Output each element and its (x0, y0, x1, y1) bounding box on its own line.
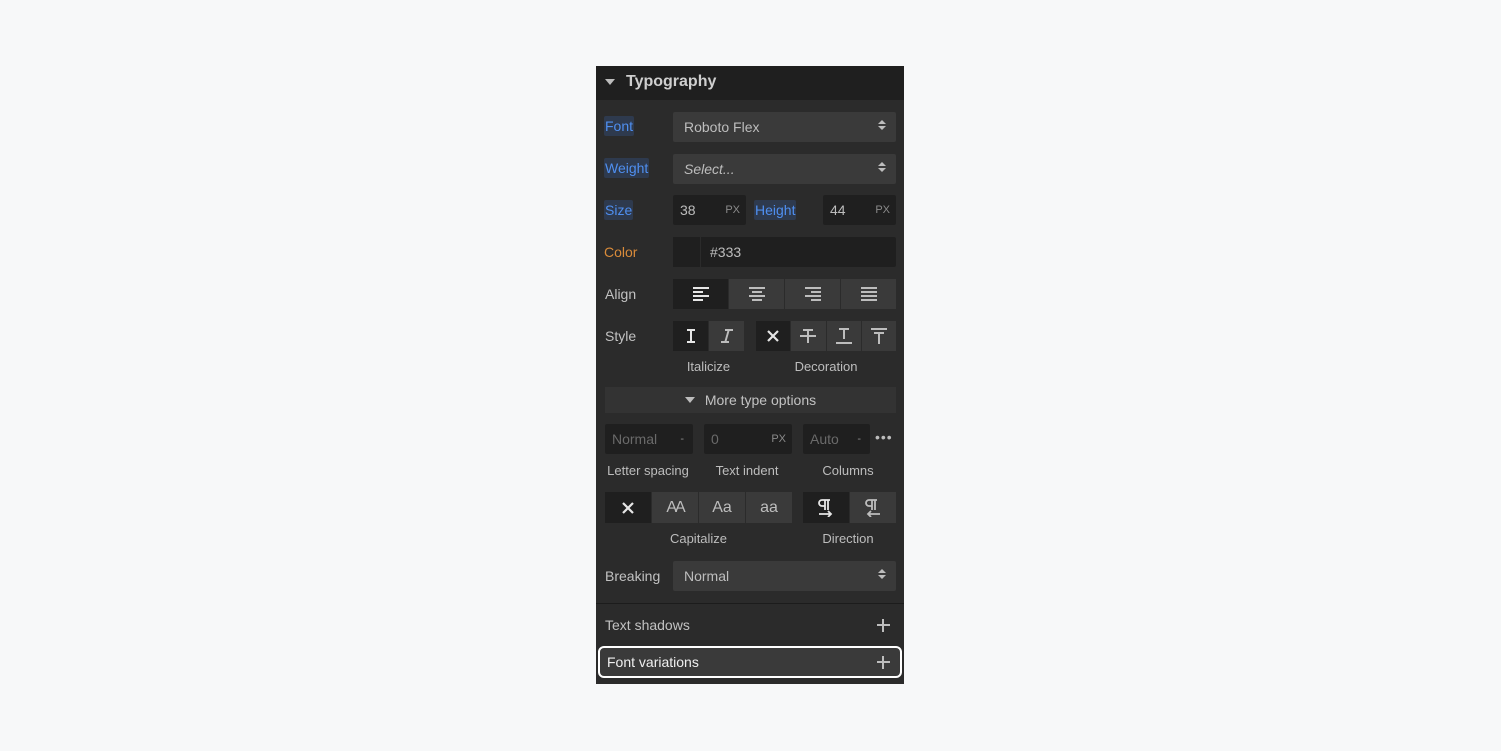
columns-unit[interactable]: - (857, 424, 861, 454)
uppercase-button[interactable]: AA (652, 492, 698, 523)
color-input[interactable]: #333 (673, 237, 896, 267)
breaking-label: Breaking (605, 568, 661, 584)
capitalize-button[interactable]: Aa (699, 492, 745, 523)
typography-section-header[interactable]: Typography (596, 66, 904, 100)
align-justify-icon (860, 287, 877, 301)
text-direction-ltr-icon (818, 498, 833, 517)
size-unit[interactable]: PX (725, 195, 740, 225)
strikethrough-icon (800, 329, 817, 343)
align-left-icon (692, 287, 709, 301)
italicize-caption: Italicize (686, 359, 731, 374)
align-left-button[interactable] (673, 279, 728, 309)
decoration-button-group (756, 321, 896, 351)
color-input-value: #333 (710, 244, 742, 260)
height-unit[interactable]: PX (875, 195, 890, 225)
text-direction-rtl-icon (865, 498, 880, 517)
italic-off-button[interactable] (673, 321, 708, 351)
text-indent-input[interactable]: 0 PX (704, 424, 792, 454)
text-indent-placeholder: 0 (711, 431, 719, 447)
underline-button[interactable] (826, 321, 861, 351)
size-label[interactable]: Size (604, 200, 634, 220)
style-label: Style (605, 328, 637, 344)
capitalize-caption: Capitalize (669, 531, 728, 546)
font-select-value: Roboto Flex (684, 119, 760, 135)
columns-caption: Columns (822, 463, 874, 478)
add-text-shadow-plus-icon[interactable] (877, 619, 890, 632)
more-type-options-toggle[interactable]: More type options (605, 387, 896, 413)
capitalize-button-group: AA Aa aa (605, 492, 792, 523)
select-arrows-icon (878, 569, 886, 579)
overline-icon (870, 328, 887, 344)
expand-triangle-icon (684, 397, 695, 403)
text-italic-icon (720, 329, 733, 343)
typography-panel: Typography Font Roboto Flex Weight Selec… (596, 66, 904, 684)
font-variations-label: Font variations (607, 654, 699, 670)
font-select[interactable]: Roboto Flex (673, 112, 896, 142)
text-indent-caption: Text indent (715, 463, 779, 478)
strikethrough-button[interactable] (791, 321, 826, 351)
section-divider (596, 603, 904, 604)
align-button-group (673, 279, 896, 309)
text-regular-icon (686, 329, 695, 343)
capitalize-glyph: Aa (712, 498, 732, 516)
lowercase-button[interactable]: aa (746, 492, 792, 523)
font-variations-row[interactable]: Font variations (598, 646, 902, 678)
height-input[interactable]: 44 PX (823, 195, 896, 225)
letter-spacing-input[interactable]: Normal - (605, 424, 693, 454)
decoration-none-button[interactable] (756, 321, 791, 351)
capitalize-none-button[interactable] (605, 492, 651, 523)
breaking-select[interactable]: Normal (673, 561, 896, 591)
close-x-icon (622, 501, 634, 514)
text-indent-unit[interactable]: PX (771, 424, 786, 454)
size-input[interactable]: 38 PX (673, 195, 746, 225)
select-arrows-icon (878, 120, 886, 130)
align-right-button[interactable] (785, 279, 840, 309)
collapse-triangle-icon (605, 79, 615, 85)
direction-caption: Direction (822, 531, 874, 546)
underline-icon (835, 328, 852, 344)
align-center-button[interactable] (729, 279, 784, 309)
direction-ltr-button[interactable] (803, 492, 849, 523)
align-right-icon (804, 287, 821, 301)
columns-placeholder: Auto (810, 431, 839, 447)
overline-button[interactable] (861, 321, 896, 351)
uppercase-glyph: AA (666, 498, 685, 516)
direction-button-group (803, 492, 896, 523)
more-dots-icon[interactable]: ••• (875, 429, 893, 445)
text-shadows-label: Text shadows (605, 617, 690, 633)
decoration-caption: Decoration (794, 359, 858, 374)
size-input-value: 38 (680, 202, 696, 218)
close-x-icon (767, 330, 779, 342)
columns-input[interactable]: Auto - (803, 424, 870, 454)
add-font-variation-plus-icon[interactable] (877, 656, 890, 669)
italicize-button-group (673, 321, 744, 351)
height-input-value: 44 (830, 202, 846, 218)
direction-rtl-button[interactable] (850, 492, 896, 523)
align-center-icon (748, 287, 765, 301)
weight-label[interactable]: Weight (604, 158, 650, 178)
lowercase-glyph: aa (760, 498, 778, 516)
weight-select-placeholder: Select... (684, 161, 735, 177)
breaking-select-value: Normal (684, 568, 730, 584)
more-type-options-label: More type options (704, 392, 817, 408)
color-swatch[interactable] (673, 237, 701, 267)
align-justify-button[interactable] (841, 279, 896, 309)
letter-spacing-caption: Letter spacing (607, 463, 689, 478)
font-label[interactable]: Font (604, 116, 635, 136)
letter-spacing-placeholder: Normal (612, 431, 658, 447)
color-label[interactable]: Color (604, 242, 637, 262)
text-shadows-row[interactable]: Text shadows (596, 608, 904, 642)
align-label: Align (605, 286, 637, 302)
weight-select[interactable]: Select... (673, 154, 896, 184)
height-label[interactable]: Height (754, 200, 797, 220)
letter-spacing-unit[interactable]: - (680, 424, 684, 454)
section-title: Typography (626, 73, 717, 90)
italic-on-button[interactable] (709, 321, 744, 351)
select-arrows-icon (878, 162, 886, 172)
